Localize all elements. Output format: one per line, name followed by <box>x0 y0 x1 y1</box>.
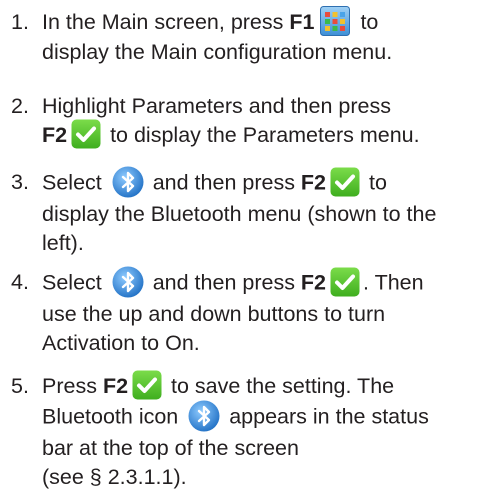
step-text: Select and then press F2 . Then use the … <box>42 266 488 358</box>
key-f2: F2 <box>42 123 68 147</box>
step-2: 2. Highlight Parameters and then press F… <box>0 92 488 156</box>
bluetooth-icon <box>188 400 220 432</box>
step-text: Highlight Parameters and then press F2 t… <box>42 92 488 151</box>
step-number: 1. <box>11 10 29 34</box>
instruction-list: 1. In the Main screen, press F1 to displ… <box>0 6 488 492</box>
key-f2: F2 <box>300 170 327 195</box>
step-3: 3. Select and then press F2 to display t… <box>0 166 488 258</box>
grid-icon <box>320 6 351 37</box>
step-number: 3. <box>11 170 29 194</box>
check-icon <box>132 370 162 400</box>
step-text: Select and then press F2 to display the … <box>42 166 488 258</box>
key-f2: F2 <box>300 270 327 295</box>
step-1: 1. In the Main screen, press F1 to displ… <box>0 6 488 78</box>
step-4: 4. Select and then press F2 . Then use t… <box>0 266 488 358</box>
bluetooth-icon <box>112 166 144 198</box>
step-5: 5. Press F2 to save the setting. The Blu… <box>0 370 488 492</box>
check-icon <box>330 267 360 297</box>
bluetooth-icon <box>112 266 144 298</box>
check-icon <box>330 167 360 197</box>
step-number: 5. <box>11 374 29 398</box>
step-number: 4. <box>11 270 29 294</box>
step-text: Press F2 to save the setting. The Blueto… <box>42 370 488 492</box>
step-number: 2. <box>11 94 29 118</box>
step-text: In the Main screen, press F1 to display … <box>42 6 488 67</box>
check-icon <box>71 119 101 149</box>
key-f2: F2 <box>102 374 129 398</box>
key-f1: F1 <box>289 10 315 34</box>
